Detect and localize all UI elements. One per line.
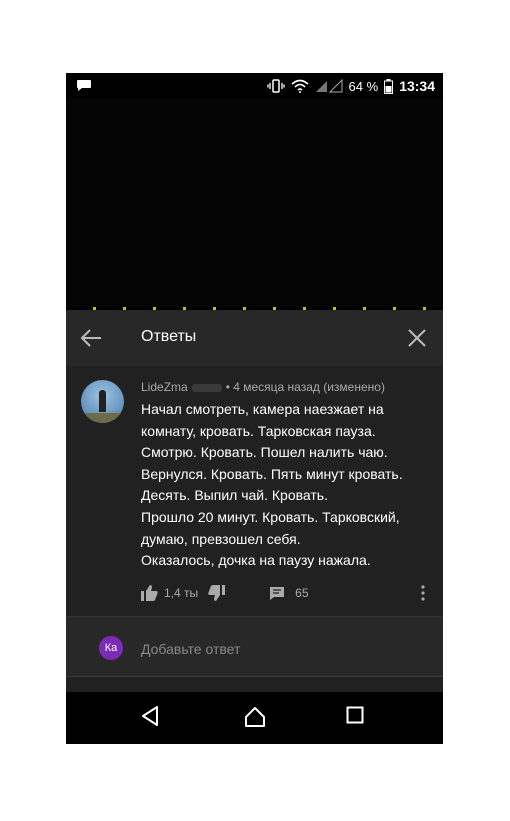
comment-line: комнату, кровать. Тарковская пауза. <box>141 422 376 439</box>
video-player[interactable] <box>66 99 443 309</box>
like-count: 1,4 ты <box>164 586 199 600</box>
vibrate-icon <box>266 79 285 93</box>
wifi-icon <box>291 79 309 93</box>
page-title: Ответы <box>141 328 197 345</box>
battery-percent: 64 % <box>348 78 379 94</box>
replies-header: Ответы <box>66 310 443 367</box>
nav-home-icon[interactable] <box>244 706 266 728</box>
comment-date: • 4 месяца назад (изменено) <box>225 380 385 394</box>
avatar-ground <box>81 413 124 423</box>
comment-line: Смотрю. Кровать. Пошел налить чаю. <box>141 444 388 461</box>
comment-line: Начал смотреть, камера наезжает на <box>141 401 384 417</box>
more-vertical-icon[interactable] <box>420 584 426 602</box>
thumb-down-icon[interactable] <box>208 585 226 601</box>
comment-line: думаю, превзошел себя. <box>141 530 301 547</box>
nav-back-icon[interactable] <box>141 706 159 726</box>
comment-text: Начал смотреть, камера наезжает на комна… <box>141 399 431 572</box>
redacted-text <box>191 383 222 392</box>
user-avatar[interactable]: Ка <box>99 636 123 660</box>
comment-actions: 1,4 ты 65 <box>141 583 309 603</box>
comment-line: Оказалось, дочка на паузу нажала. <box>141 552 371 569</box>
avatar[interactable] <box>81 380 124 423</box>
thumb-up-icon[interactable] <box>141 585 158 601</box>
phone-screen: 64 % 13:34 Ответы LideZma • 4 месяца наза… <box>66 73 443 744</box>
clock: 13:34 <box>399 78 435 94</box>
message-icon <box>77 80 91 91</box>
comment-line: Прошло 20 минут. Кровать. Тарковский, <box>141 508 400 525</box>
comment-meta: LideZma • 4 месяца назад (изменено) <box>141 380 385 394</box>
reply-icon[interactable] <box>269 586 285 601</box>
battery-icon <box>384 78 394 94</box>
navigation-bar <box>66 692 443 744</box>
reply-input[interactable]: Добавьте ответ <box>141 641 240 657</box>
comment-line: Десять. Выпил чай. Кровать. <box>141 487 328 504</box>
comment: LideZma • 4 месяца назад (изменено) Начал… <box>66 366 443 616</box>
nav-recents-icon[interactable] <box>346 706 364 724</box>
comment-author[interactable]: LideZma <box>141 380 188 394</box>
reply-count[interactable]: 65 <box>295 586 308 600</box>
close-icon[interactable] <box>407 328 427 348</box>
signal-icon <box>315 79 343 93</box>
back-arrow-icon[interactable] <box>80 328 102 348</box>
comment-line: Вернулся. Кровать. Пять минут кровать. <box>141 465 403 482</box>
list-bottom <box>66 676 443 693</box>
status-bar: 64 % 13:34 <box>66 73 443 99</box>
add-reply-bar: Ка Добавьте ответ <box>66 616 443 677</box>
avatar-figure <box>99 390 106 412</box>
